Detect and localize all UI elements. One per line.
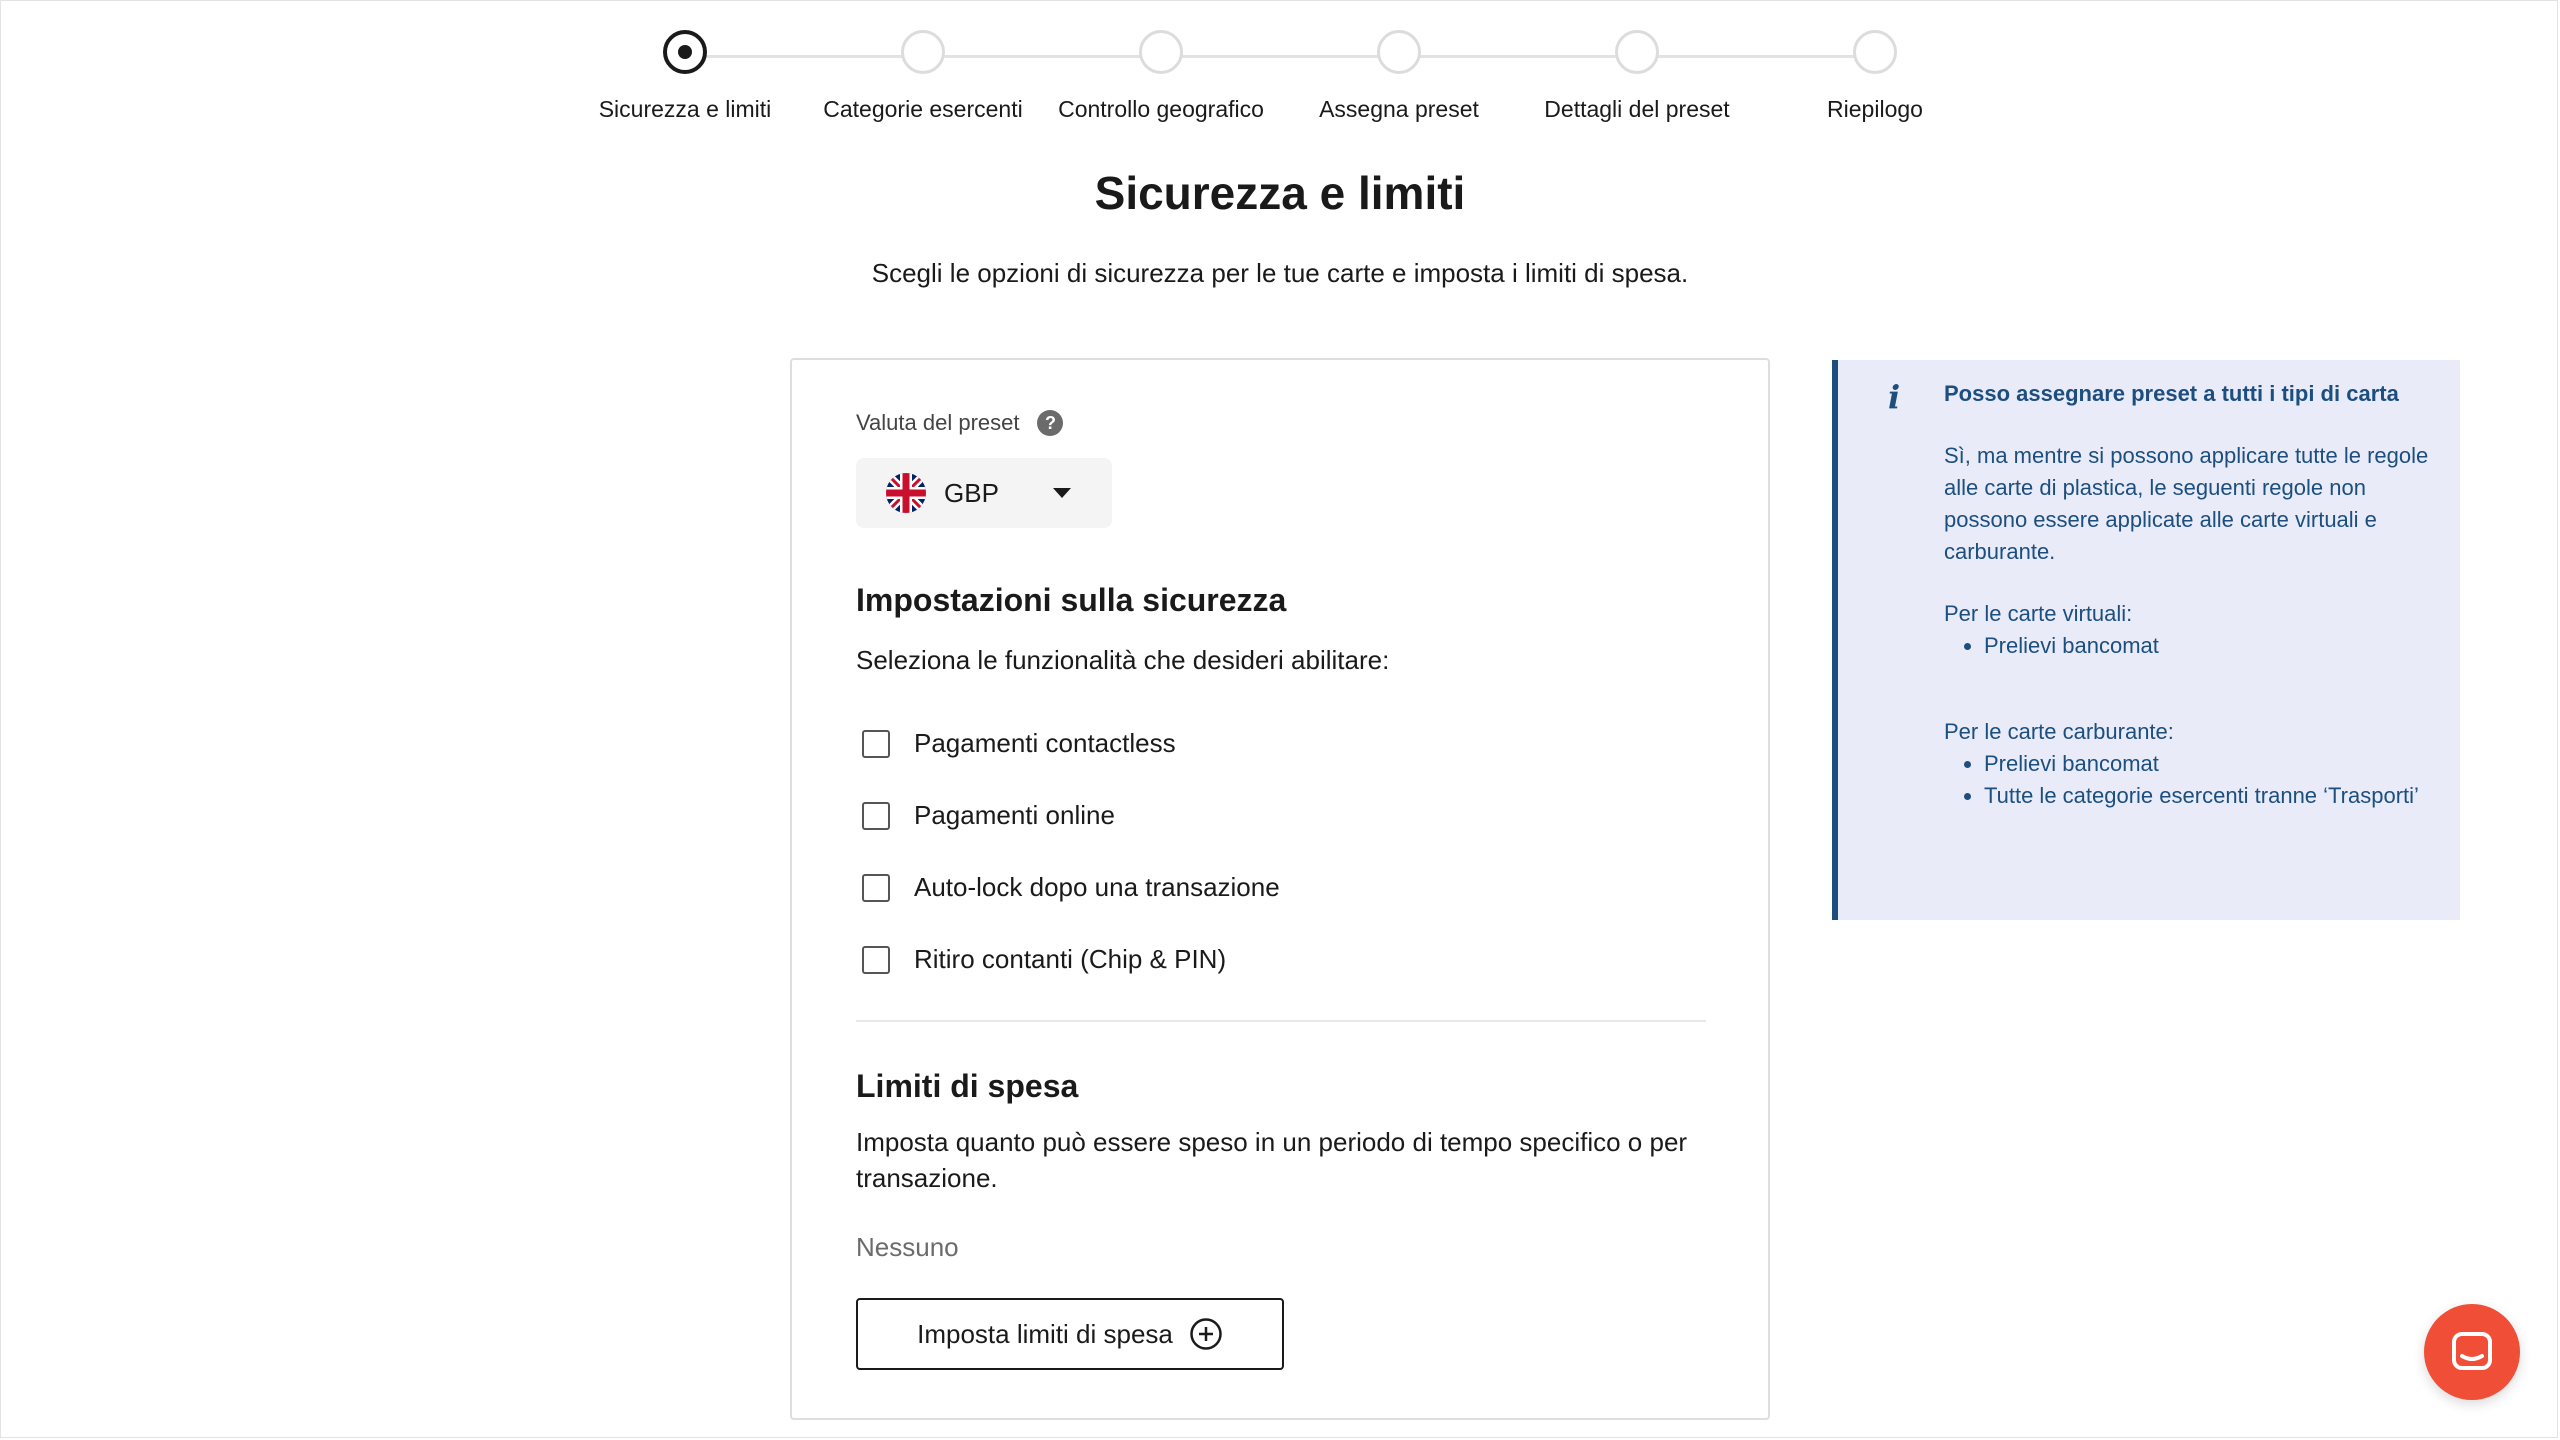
- checkbox-auto-lock[interactable]: Auto-lock dopo una transazione: [856, 872, 1280, 903]
- step-indicator-active: [663, 30, 707, 74]
- step-indicator: [1615, 30, 1659, 74]
- currency-label-row: Valuta del preset ?: [856, 410, 1064, 436]
- security-section-description: Seleziona le funzionalità che desideri a…: [856, 645, 1390, 675]
- currency-label: Valuta del preset: [856, 410, 1020, 435]
- checkbox-box[interactable]: [862, 945, 890, 974]
- chevron-down-icon: [1052, 488, 1071, 498]
- limits-section-description: Imposta quanto può essere speso in un pe…: [856, 1127, 1688, 1193]
- limits-section-title: Limiti di spesa: [856, 1068, 1079, 1104]
- button-label: Imposta limiti di spesa: [917, 1318, 1173, 1349]
- checkbox-label: Ritiro contanti (Chip & PIN): [914, 944, 1227, 974]
- step-label: Categorie esercenti: [823, 96, 1023, 122]
- limits-empty-state: Nessuno: [856, 1232, 959, 1262]
- list-item: Tutte le categorie esercenti tranne ‘Tra…: [1984, 780, 2444, 812]
- security-section-title: Impostazioni sulla sicurezza: [856, 582, 1287, 618]
- step-label: Assegna preset: [1319, 96, 1479, 122]
- plus-circle-icon: [1190, 1318, 1222, 1350]
- chat-icon: [2452, 1332, 2492, 1370]
- step-categorie-esercenti[interactable]: Categorie esercenti: [803, 30, 1043, 123]
- step-indicator: [901, 30, 945, 74]
- info-virtual-heading: Per le carte virtuali:: [1944, 601, 2133, 626]
- section-divider: [856, 1020, 1706, 1022]
- uk-flag-icon: [886, 473, 926, 513]
- checkbox-cash-withdrawal[interactable]: Ritiro contanti (Chip & PIN): [856, 944, 1226, 975]
- list-item: Prelievi bancomat: [1984, 748, 2444, 780]
- info-virtual-list: Prelievi bancomat: [1944, 630, 2444, 662]
- step-indicator: [1853, 30, 1897, 74]
- checkbox-contactless[interactable]: Pagamenti contactless: [856, 728, 1176, 759]
- step-indicator: [1377, 30, 1421, 74]
- step-controllo-geografico[interactable]: Controllo geografico: [1041, 30, 1281, 123]
- currency-select[interactable]: GBP: [856, 458, 1112, 528]
- checkbox-box[interactable]: [862, 801, 890, 830]
- currency-value: GBP: [944, 477, 999, 508]
- checkbox-label: Pagamenti online: [914, 800, 1115, 830]
- info-panel: i Posso assegnare preset a tutti i tipi …: [1832, 360, 2460, 920]
- checkbox-box[interactable]: [862, 873, 890, 902]
- preset-settings-card: Valuta del preset ? GBP Impostazioni sul…: [790, 358, 1770, 1420]
- step-label: Sicurezza e limiti: [598, 96, 772, 122]
- page-subtitle: Scegli le opzioni di sicurezza per le tu…: [871, 258, 1689, 288]
- info-text: Sì, ma mentre si possono applicare tutte…: [1944, 443, 2429, 564]
- step-label: Dettagli del preset: [1544, 96, 1730, 122]
- checkbox-box[interactable]: [862, 729, 890, 758]
- step-indicator: [1139, 30, 1183, 74]
- help-icon[interactable]: ?: [1037, 410, 1064, 436]
- info-content: Posso assegnare preset a tutti i tipi di…: [1944, 378, 2444, 812]
- step-label: Controllo geografico: [1058, 96, 1264, 122]
- page-title: Sicurezza e limiti: [1094, 167, 1466, 219]
- set-spending-limits-button[interactable]: Imposta limiti di spesa: [856, 1298, 1284, 1370]
- checkbox-label: Auto-lock dopo una transazione: [914, 872, 1280, 902]
- chat-launcher-button[interactable]: [2424, 1304, 2520, 1400]
- progress-stepper: Sicurezza e limiti Categorie esercenti C…: [0, 30, 2560, 140]
- checkbox-online[interactable]: Pagamenti online: [856, 800, 1115, 831]
- info-icon: i: [1888, 378, 1901, 416]
- info-fuel-heading: Per le carte carburante:: [1944, 719, 2174, 744]
- step-dettagli-del-preset[interactable]: Dettagli del preset: [1517, 30, 1757, 123]
- step-label: Riepilogo: [1827, 96, 1923, 122]
- info-fuel-list: Prelievi bancomat Tutte le categorie ese…: [1944, 748, 2444, 812]
- step-sicurezza-e-limiti[interactable]: Sicurezza e limiti: [565, 30, 805, 123]
- list-item: Prelievi bancomat: [1984, 630, 2444, 662]
- info-title: Posso assegnare preset a tutti i tipi di…: [1944, 381, 2399, 406]
- step-riepilogo[interactable]: Riepilogo: [1755, 30, 1995, 123]
- step-assegna-preset[interactable]: Assegna preset: [1279, 30, 1519, 123]
- checkbox-label: Pagamenti contactless: [914, 728, 1176, 758]
